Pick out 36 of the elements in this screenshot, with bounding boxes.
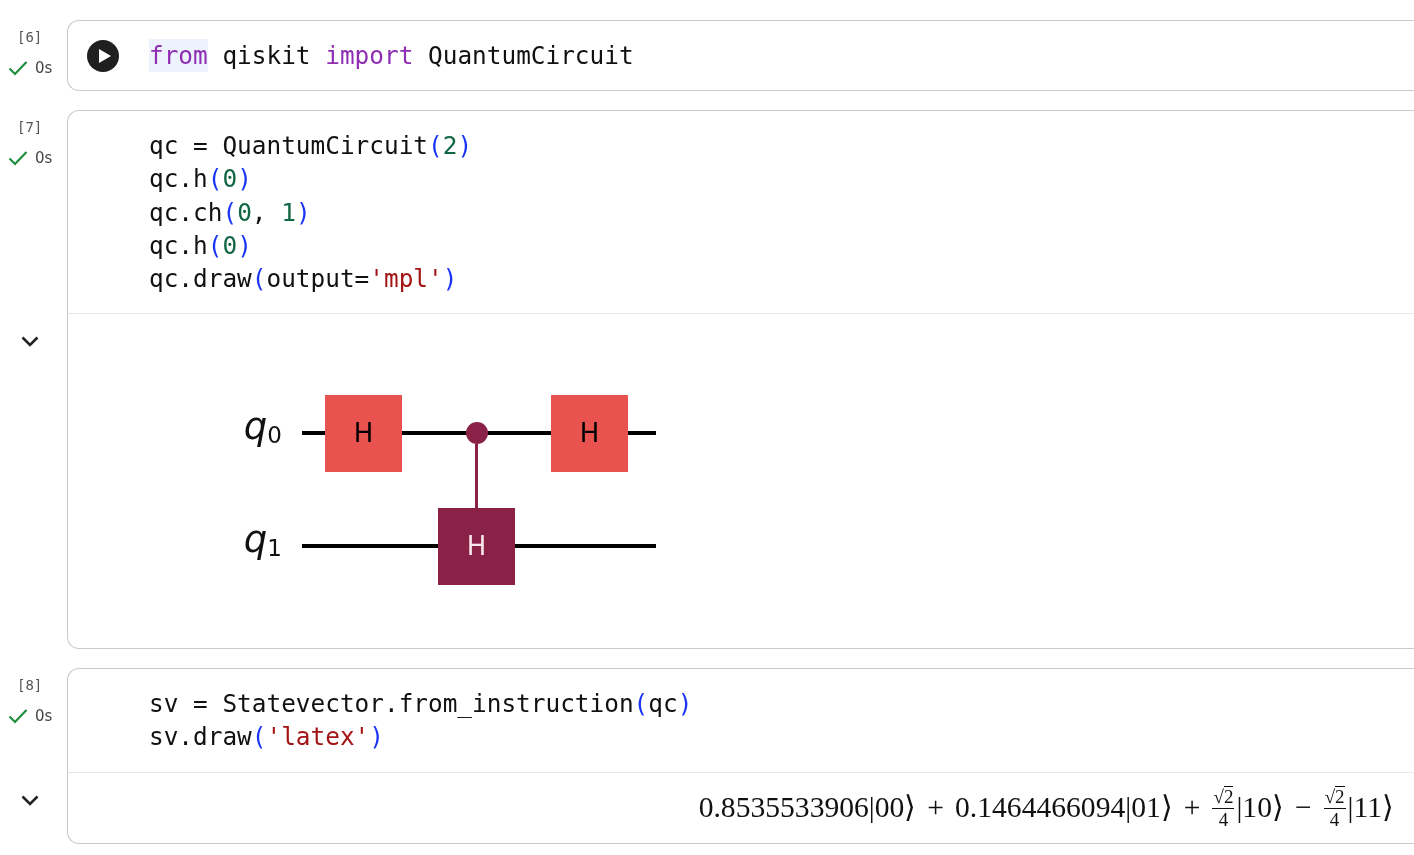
execution-count: [7] xyxy=(16,118,43,137)
check-icon xyxy=(8,150,28,167)
qubit-wire xyxy=(485,431,551,436)
qubit-label: q0 xyxy=(242,408,282,451)
run-button[interactable] xyxy=(87,40,119,72)
code-line: from qiskit import QuantumCircuit xyxy=(149,39,634,73)
chevron-down-icon[interactable] xyxy=(21,336,39,348)
check-icon xyxy=(8,60,28,76)
run-time: 0s xyxy=(35,58,53,78)
code-line: qc.draw(output='mpl') xyxy=(149,262,459,295)
hadamard-gate: H xyxy=(325,394,402,472)
play-icon xyxy=(98,49,111,63)
check-icon xyxy=(8,708,28,725)
execution-count: [8] xyxy=(16,676,43,695)
qubit-label: q1 xyxy=(242,521,282,564)
qubit-wire xyxy=(302,431,325,436)
code-line: qc = QuantumCircuit(2) xyxy=(149,130,473,163)
hadamard-gate: H xyxy=(551,394,628,472)
chevron-down-icon[interactable] xyxy=(21,794,39,806)
statevector-equation: 0.8535533906|00⟩ + 0.1464466094|01⟩ + √2 4 |10⟩ − √2 4 |11⟩ xyxy=(698,785,1394,830)
qubit-wire xyxy=(628,431,656,436)
code-line: qc.ch(0, 1) xyxy=(149,196,312,229)
control-dot-icon xyxy=(465,422,488,445)
code-editor[interactable]: from qiskit import QuantumCircuit xyxy=(67,20,1414,92)
code-line: sv.draw('latex') xyxy=(149,721,385,754)
qubit-wire xyxy=(402,431,468,436)
code-line: sv = Statevector.from_instruction(qc) xyxy=(149,688,693,721)
control-line xyxy=(475,444,478,508)
code-line: qc.h(0) xyxy=(149,163,253,196)
run-time: 0s xyxy=(35,148,53,169)
code-editor[interactable]: qc = QuantumCircuit(2) qc.h(0) qc.ch(0, 1) qc.h(0) qc.draw(output='mpl') xyxy=(67,110,1414,314)
code-editor[interactable]: sv = Statevector.from_instruction(qc) sv.draw('latex') xyxy=(67,668,1414,772)
run-time: 0s xyxy=(35,706,53,727)
controlled-hadamard-gate: H xyxy=(438,507,515,585)
execution-count: [6] xyxy=(16,28,43,46)
code-line: qc.h(0) xyxy=(149,229,253,262)
